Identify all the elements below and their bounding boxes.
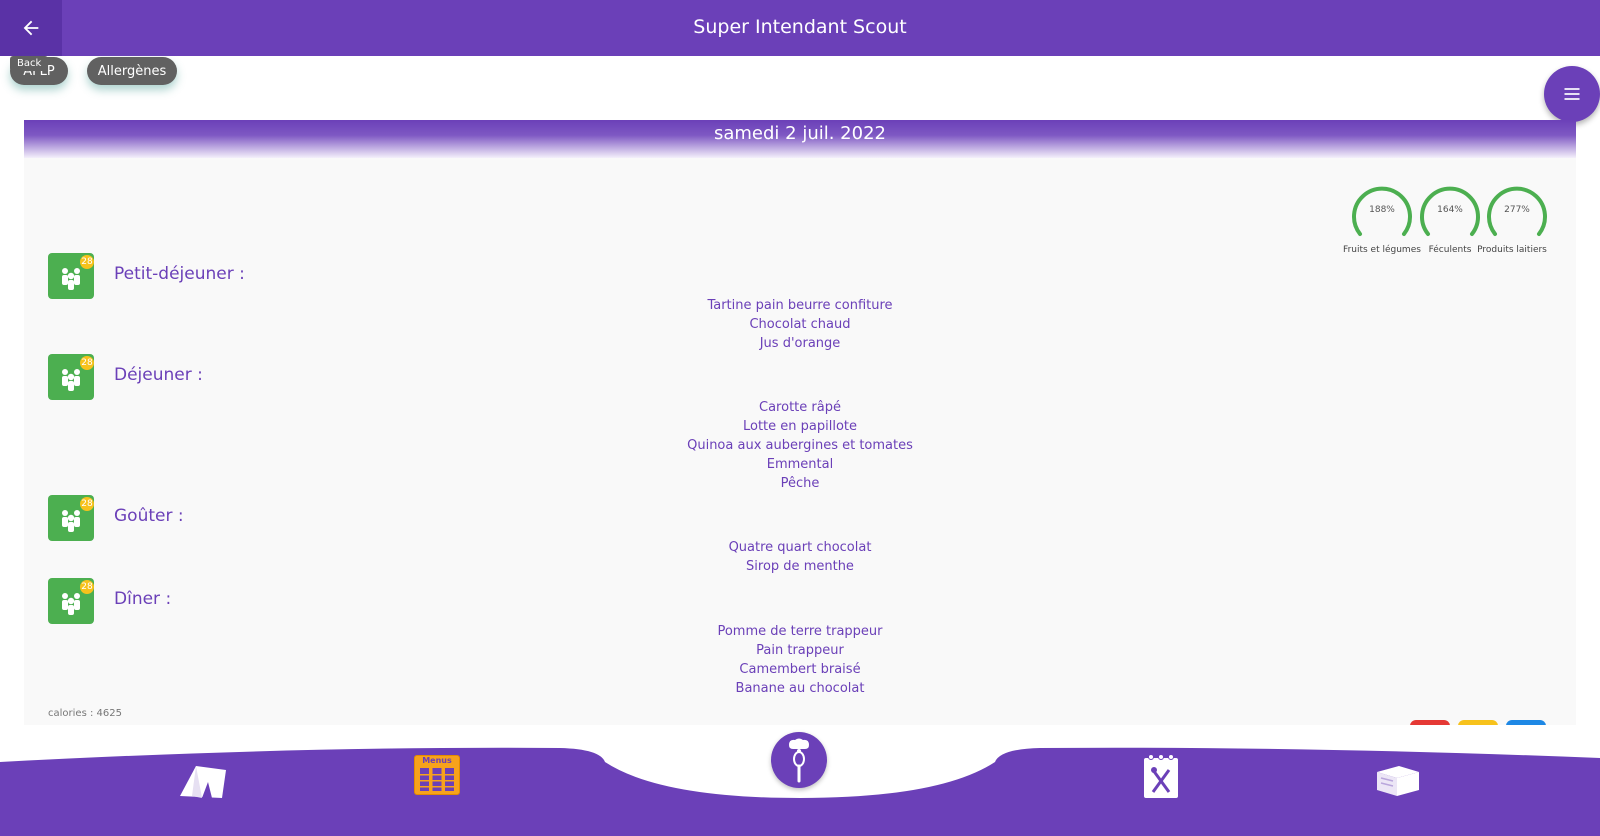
meal-title-dinner: Dîner : — [114, 589, 172, 609]
menus-icon — [420, 768, 454, 791]
guest-count-badge: 28 — [80, 580, 94, 594]
recipe-notepad-icon — [1144, 754, 1178, 798]
gauge-starches: 164% — [1418, 182, 1482, 250]
calories-total: calories : 4625 — [48, 708, 122, 719]
meal-item[interactable]: Sirop de menthe — [24, 559, 1576, 574]
meal-group-button[interactable]: 28 — [48, 578, 94, 624]
guest-count-badge: 28 — [80, 255, 94, 269]
meal-item[interactable]: Emmental — [24, 457, 1576, 472]
meal-item[interactable]: Pêche — [24, 476, 1576, 491]
meal-item[interactable]: Jus d'orange — [24, 336, 1576, 351]
back-tooltip: Back — [10, 56, 49, 71]
nav-menus[interactable]: Menus — [414, 755, 460, 795]
meal-item[interactable]: Banane au chocolat — [24, 681, 1576, 696]
allergens-chip-label: Allergènes — [97, 63, 167, 79]
app-title: Super Intendant Scout — [693, 16, 907, 38]
meal-title-snack: Goûter : — [114, 506, 184, 526]
gauge-value: 164% — [1437, 205, 1463, 215]
meal-item[interactable]: Chocolat chaud — [24, 317, 1576, 332]
meal-item[interactable]: Pomme de terre trappeur — [24, 624, 1576, 639]
storage-box-icon — [1377, 766, 1419, 796]
gauge-label-starches: Féculents — [1428, 245, 1472, 255]
delete-day-button[interactable] — [1410, 720, 1450, 725]
menu-fab-button[interactable] — [1544, 66, 1600, 122]
meal-item[interactable]: Pain trappeur — [24, 643, 1576, 658]
nav-storage[interactable] — [1373, 762, 1421, 804]
day-card: samedi 2 juil. 2022 188% 164% 277% Fruit… — [24, 120, 1576, 725]
gauge-label-dairy: Produits laitiers — [1477, 245, 1547, 255]
meal-item[interactable]: Carotte râpé — [24, 400, 1576, 415]
share-day-button[interactable] — [1506, 720, 1546, 725]
cook-fab-button[interactable] — [771, 732, 827, 788]
nav-recipes[interactable] — [1142, 752, 1180, 804]
menu-icon — [1564, 88, 1580, 100]
day-date: samedi 2 juil. 2022 — [24, 120, 1576, 158]
menus-icon-label: Menus — [422, 756, 452, 765]
gauge-dairy: 277% — [1485, 182, 1549, 250]
gauge-fruits-vegetables: 188% — [1350, 182, 1414, 250]
meal-item[interactable]: Lotte en papillote — [24, 419, 1576, 434]
gauge-value: 188% — [1369, 205, 1395, 215]
gauge-label-fruits: Fruits et légumes — [1343, 245, 1421, 255]
guest-count-badge: 28 — [80, 356, 94, 370]
tent-icon — [180, 766, 226, 798]
meal-item[interactable]: Quatre quart chocolat — [24, 540, 1576, 555]
nav-camp[interactable] — [178, 760, 228, 804]
meal-title-breakfast: Petit-déjeuner : — [114, 264, 245, 284]
meal-group-button[interactable]: 28 — [48, 354, 94, 400]
gauge-value: 277% — [1504, 205, 1530, 215]
guest-count-badge: 28 — [80, 497, 94, 511]
meal-item[interactable]: Quinoa aux aubergines et tomates — [24, 438, 1576, 453]
meal-group-button[interactable]: 28 — [48, 253, 94, 299]
meal-item[interactable]: Tartine pain beurre confiture — [24, 298, 1576, 313]
allergens-chip[interactable]: Allergènes — [87, 57, 177, 85]
meal-item[interactable]: Camembert braisé — [24, 662, 1576, 677]
app-bar: Super Intendant Scout — [0, 0, 1600, 56]
meal-group-button[interactable]: 28 — [48, 495, 94, 541]
chef-whisk-icon — [789, 738, 809, 783]
edit-day-button[interactable] — [1458, 720, 1498, 725]
meal-title-lunch: Déjeuner : — [114, 365, 203, 385]
